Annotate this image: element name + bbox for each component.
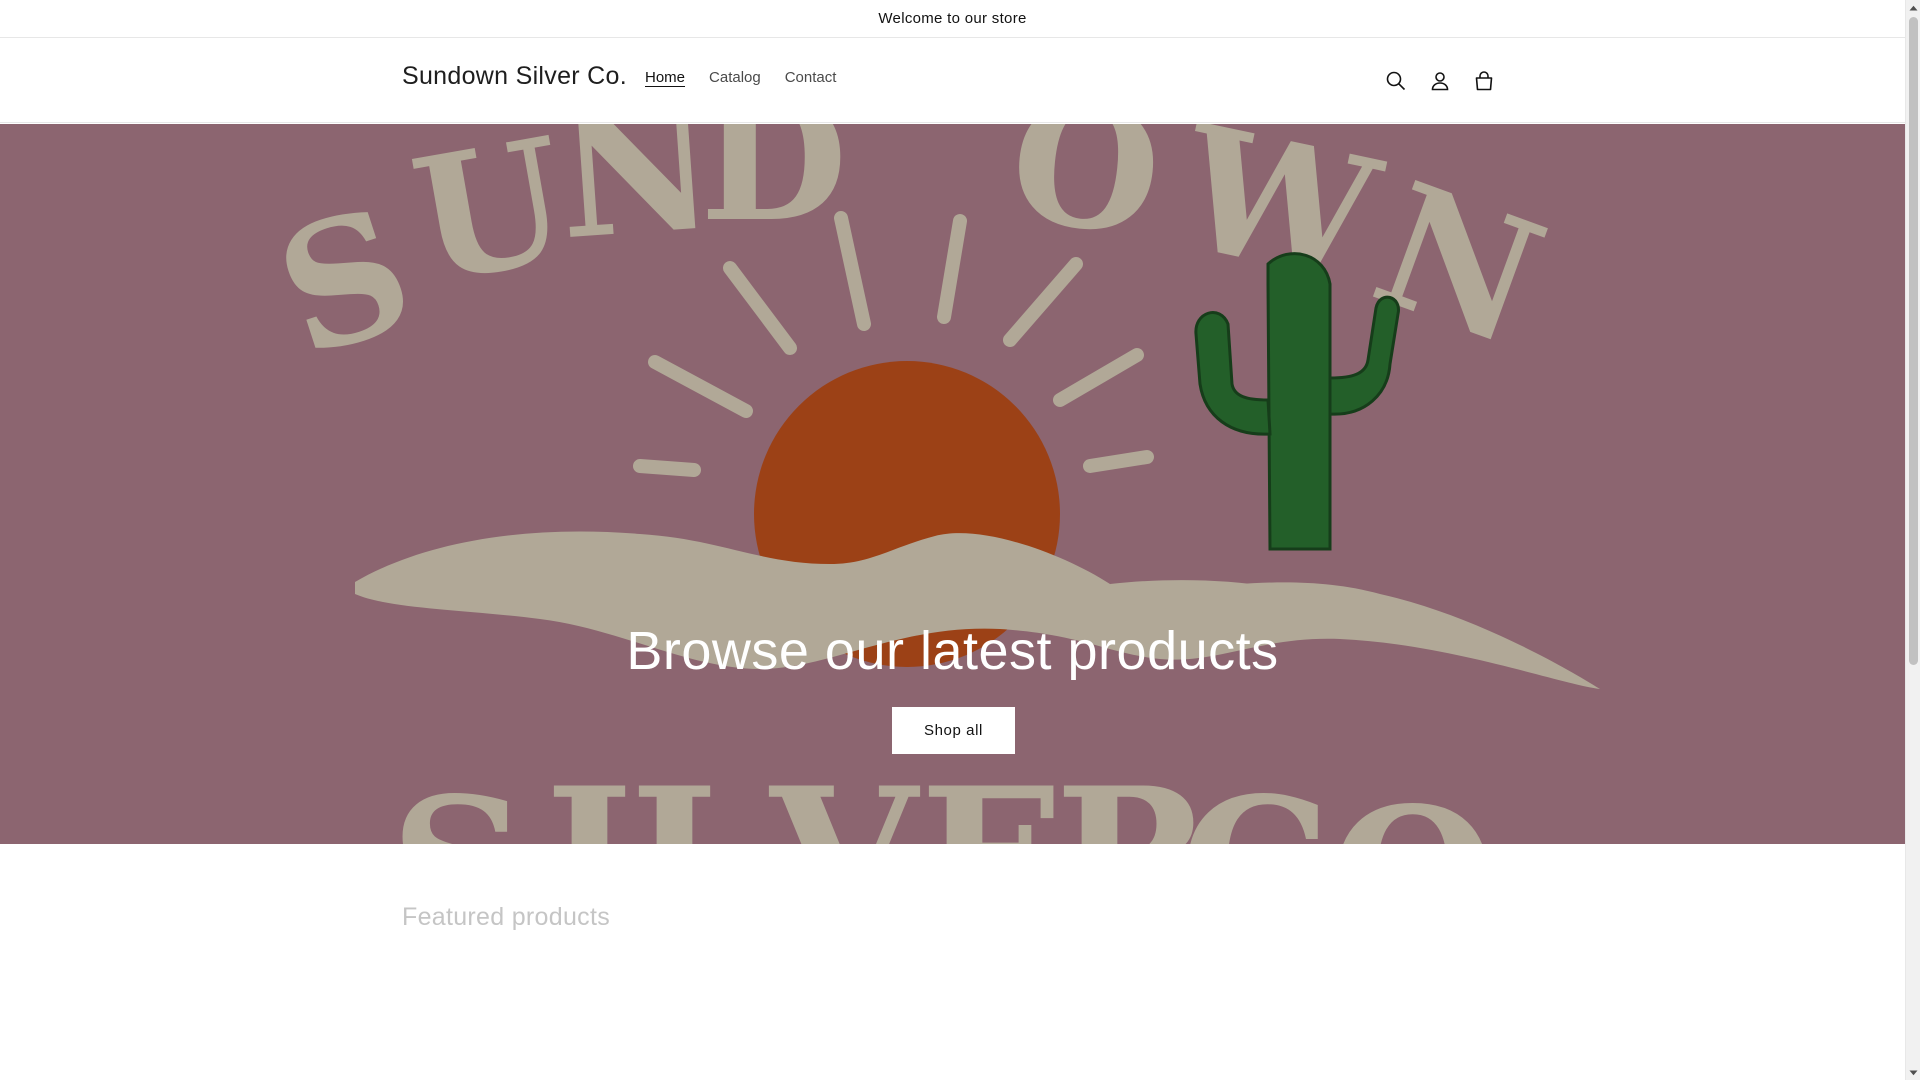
page: Welcome to our store Sundown Silver Co. … xyxy=(0,0,1920,1080)
scroll-thumb[interactable] xyxy=(1909,17,1918,665)
site-header: Sundown Silver Co. Home Catalog Contact xyxy=(0,38,1905,123)
search-icon xyxy=(1386,71,1406,91)
featured-products-title: Featured products xyxy=(402,903,610,931)
announcement-bar: Welcome to our store xyxy=(0,0,1905,38)
storefront: Welcome to our store Sundown Silver Co. … xyxy=(0,0,1905,1080)
account-icon xyxy=(1431,72,1449,91)
scroll-up-arrow[interactable] xyxy=(1906,0,1920,15)
cart-button[interactable] xyxy=(1462,59,1506,103)
chevron-up-icon xyxy=(1909,5,1918,10)
main-nav: Home Catalog Contact xyxy=(633,69,848,86)
page-scrollbar[interactable] xyxy=(1905,0,1920,1080)
search-button[interactable] xyxy=(1374,59,1418,103)
hero-banner: S U N D O W N S I L V E R C O xyxy=(0,124,1905,844)
account-button[interactable] xyxy=(1418,59,1462,103)
nav-link-catalog[interactable]: Catalog xyxy=(697,69,773,86)
header-actions xyxy=(1374,59,1506,103)
hero-heading: Browse our latest products xyxy=(626,621,1279,681)
scroll-down-arrow[interactable] xyxy=(1906,1065,1920,1080)
shop-all-button[interactable]: Shop all xyxy=(892,707,1015,754)
cart-icon xyxy=(1475,71,1493,91)
nav-link-contact[interactable]: Contact xyxy=(773,69,849,86)
nav-link-home[interactable]: Home xyxy=(633,69,697,86)
store-logo[interactable]: Sundown Silver Co. xyxy=(402,62,627,91)
announcement-text: Welcome to our store xyxy=(878,10,1027,27)
chevron-down-icon xyxy=(1909,1070,1918,1075)
